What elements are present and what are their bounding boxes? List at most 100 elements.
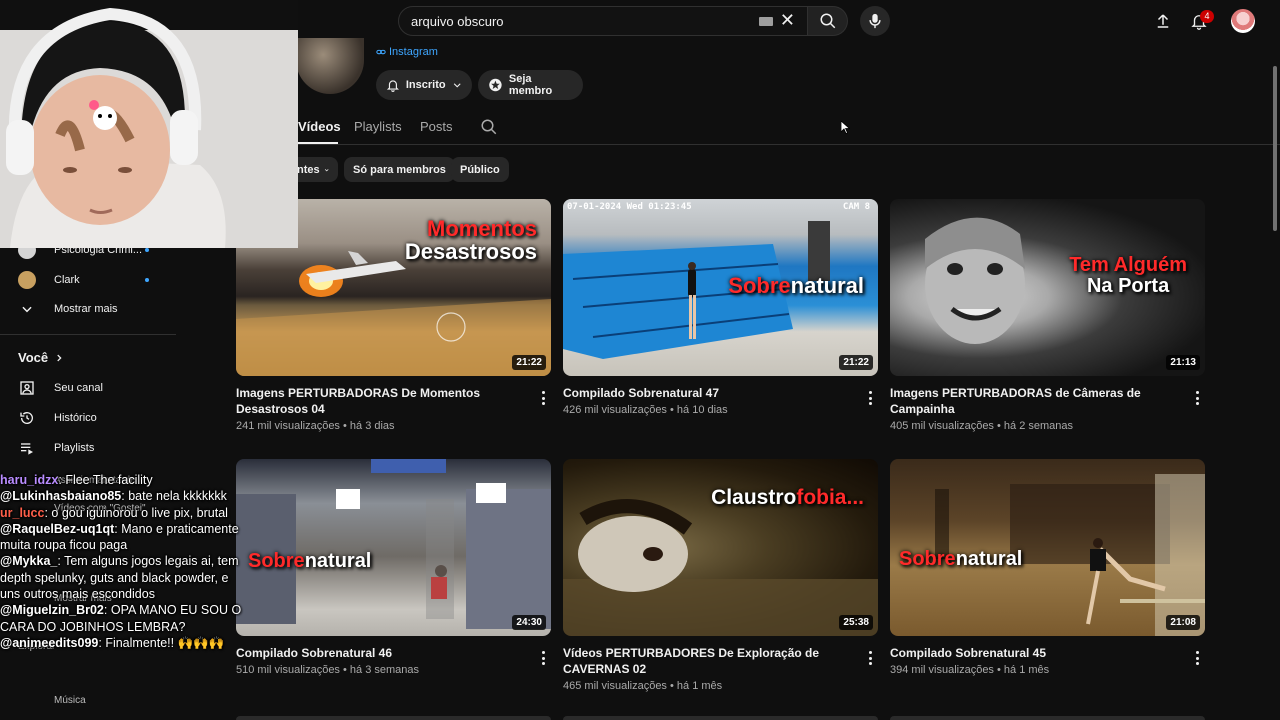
avatar[interactable] xyxy=(1231,9,1255,33)
video-duration: 21:22 xyxy=(512,355,546,370)
video-card[interactable]: Tem Alguém Na Porta 21:13 Imagens PERTUR… xyxy=(890,199,1205,434)
sidebar-item-label: Histórico xyxy=(54,412,97,424)
video-meta: 465 mil visualizações • há 1 mês xyxy=(563,680,723,692)
sidebar-item-history[interactable]: Histórico xyxy=(18,408,97,428)
chat-message: @Miguelzin_Br02: OPA MANO EU SOU O CARA … xyxy=(0,603,242,634)
microphone-icon xyxy=(869,13,881,29)
video-thumbnail[interactable]: 07-01-2024 Wed 01:23:45 CAM 8 Sobrenatur… xyxy=(563,199,878,376)
keyboard-icon[interactable] xyxy=(759,17,773,26)
search-icon xyxy=(481,119,497,135)
video-title[interactable]: Vídeos PERTURBADORES De Exploração de CA… xyxy=(563,645,853,677)
video-thumbnail[interactable]: Claustrofobia... 25:38 xyxy=(563,459,878,636)
search-button[interactable] xyxy=(808,6,848,36)
chat-text: Finalmente!! 🙌🙌🙌 xyxy=(105,635,225,650)
video-views: 241 mil visualizações xyxy=(236,420,340,432)
history-icon xyxy=(18,409,36,427)
join-label: Seja membro xyxy=(508,73,553,97)
thumbnail-overlay-line-2: fobia... xyxy=(796,486,864,509)
sidebar-item-music[interactable]: Música xyxy=(54,690,86,710)
sidebar-item-subscription[interactable]: Clark xyxy=(18,270,80,290)
search-input[interactable]: arquivo obscuro ✕ xyxy=(398,6,808,36)
search-icon xyxy=(820,13,835,29)
playlist-icon xyxy=(18,439,36,457)
video-card[interactable]: Sobrenatural 21:08 Compilado Sobrenatura… xyxy=(890,459,1205,678)
star-badge-icon xyxy=(489,78,502,92)
instagram-link[interactable]: Instagram xyxy=(376,46,438,58)
sort-chip-label: ntes xyxy=(297,163,320,176)
video-thumbnail[interactable]: Sobrenatural 24:30 xyxy=(236,459,551,636)
more-options-icon[interactable] xyxy=(538,649,548,667)
instagram-link-label: Instagram xyxy=(389,46,438,58)
sidebar-item-label: Playlists xyxy=(54,442,95,454)
thumbnail-overlay-line-1: Momentos xyxy=(427,216,537,241)
channel-icon xyxy=(18,379,36,397)
video-title[interactable]: Imagens PERTURBADORAS de Câmeras de Camp… xyxy=(890,385,1180,417)
bell-icon xyxy=(386,80,399,92)
tabs-divider xyxy=(236,144,1280,145)
video-card[interactable]: 07-01-2024 Wed 01:23:45 CAM 8 Sobrenatur… xyxy=(563,199,878,418)
channel-avatar[interactable] xyxy=(296,38,364,94)
more-options-icon[interactable] xyxy=(1192,649,1202,667)
join-button[interactable]: Seja membro xyxy=(478,70,583,100)
video-thumbnail[interactable]: Sobrenatural 21:08 xyxy=(890,459,1205,636)
more-options-icon[interactable] xyxy=(538,389,548,407)
tab-playlists[interactable]: Playlists xyxy=(354,119,402,134)
chevron-down-icon xyxy=(18,300,36,318)
streamer-webcam xyxy=(0,0,298,248)
thumbnail-overlay-line-1: Tem Alguém xyxy=(1069,254,1187,276)
sidebar-item-label: Seu canal xyxy=(54,382,103,394)
close-icon[interactable]: ✕ xyxy=(780,10,795,31)
upload-button[interactable] xyxy=(1151,9,1175,33)
video-card[interactable]: Claustrofobia... 25:38 Vídeos PERTURBADO… xyxy=(563,459,878,694)
sidebar-divider xyxy=(0,334,176,335)
thumbnail-overlay-line-1: Sobre xyxy=(899,548,956,570)
video-age: há 2 semanas xyxy=(1003,420,1074,432)
tab-videos[interactable]: Vídeos xyxy=(298,119,341,134)
video-meta: 394 mil visualizações • há 1 mês xyxy=(890,664,1050,676)
video-title[interactable]: Imagens PERTURBADORAS De Momentos Desast… xyxy=(236,385,526,417)
video-thumbnail[interactable]: Tem Alguém Na Porta 21:13 xyxy=(890,199,1205,376)
video-meta: 510 mil visualizações • há 3 semanas xyxy=(236,664,420,676)
video-thumbnail-partial xyxy=(890,716,1205,720)
sidebar-you-heading[interactable]: Você xyxy=(18,350,64,365)
sidebar-item-label: Mostrar mais xyxy=(54,303,118,315)
video-duration: 21:08 xyxy=(1166,615,1200,630)
notification-badge: 4 xyxy=(1200,10,1214,23)
video-views: 510 mil visualizações xyxy=(236,664,340,676)
sidebar-item-playlists[interactable]: Playlists xyxy=(18,438,94,458)
thumbnail-overlay-line-1: Claustro xyxy=(711,486,797,509)
video-title[interactable]: Compilado Sobrenatural 45 xyxy=(890,645,1180,661)
video-card[interactable]: Sobrenatural 24:30 Compilado Sobrenatura… xyxy=(236,459,551,678)
sidebar-item-your-channel[interactable]: Seu canal xyxy=(18,378,103,398)
tab-posts[interactable]: Posts xyxy=(420,119,453,134)
video-age: há 10 dias xyxy=(676,404,728,416)
chevron-down-icon xyxy=(324,168,329,171)
subscribed-button[interactable]: Inscrito xyxy=(376,70,472,100)
video-title[interactable]: Compilado Sobrenatural 47 xyxy=(563,385,853,401)
sidebar-show-more[interactable]: Mostrar mais xyxy=(18,299,118,319)
chevron-right-icon xyxy=(57,354,62,361)
sidebar-item-label: Clark xyxy=(54,274,80,286)
more-options-icon[interactable] xyxy=(1192,389,1202,407)
chat-username: ur_lucc xyxy=(0,505,45,520)
video-title[interactable]: Compilado Sobrenatural 46 xyxy=(236,645,526,661)
scrollbar-thumb[interactable] xyxy=(1273,66,1277,231)
video-meta: 405 mil visualizações • há 2 semanas xyxy=(890,420,1074,432)
chip-members-only[interactable]: Só para membros xyxy=(344,157,455,182)
video-views: 426 mil visualizações xyxy=(563,404,667,416)
video-thumbnail-partial xyxy=(563,716,878,720)
video-thumbnail-partial xyxy=(236,716,551,720)
store-aisle-illustration xyxy=(236,459,551,629)
more-options-icon[interactable] xyxy=(865,649,875,667)
channel-search-button[interactable] xyxy=(480,118,498,141)
more-options-icon[interactable] xyxy=(865,389,875,407)
video-age: há 3 semanas xyxy=(349,664,420,676)
video-meta: 426 mil visualizações • há 10 dias xyxy=(563,404,728,416)
cctv-camera-label: CAM 8 xyxy=(842,202,870,212)
chat-username: @Mykka_ xyxy=(0,554,58,569)
voice-search-button[interactable] xyxy=(860,6,890,36)
chat-text: o gou iguinorou o live pix, brutal xyxy=(51,505,228,520)
video-views: 394 mil visualizações xyxy=(890,664,994,676)
video-age: há 3 dias xyxy=(349,420,395,432)
chip-public[interactable]: Público xyxy=(451,157,509,182)
